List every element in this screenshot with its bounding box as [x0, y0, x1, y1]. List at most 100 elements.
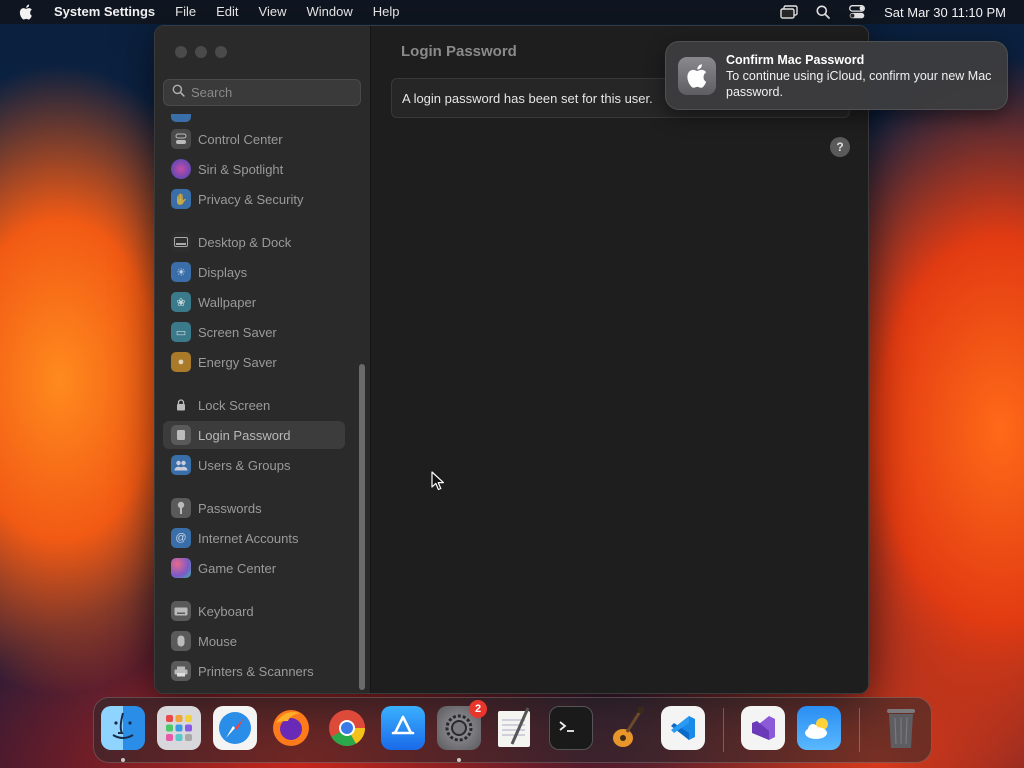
- notification-badge: 2: [469, 700, 487, 718]
- sidebar-item-passwords[interactable]: Passwords: [163, 494, 345, 522]
- sidebar-item-control-center[interactable]: Control Center: [163, 125, 345, 153]
- sidebar-item-lock-screen[interactable]: Lock Screen: [163, 391, 345, 419]
- sidebar-item-mouse[interactable]: Mouse: [163, 627, 345, 655]
- page-title: Login Password: [401, 43, 517, 60]
- sidebar-item-wallpaper[interactable]: ❀ Wallpaper: [163, 288, 345, 316]
- sun-icon: ☀: [171, 262, 191, 282]
- system-settings-window: Control Center Siri & Spotlight ✋ Privac…: [154, 25, 869, 694]
- minimize-window-button[interactable]: [195, 46, 207, 58]
- sidebar-item-label: Control Center: [198, 131, 283, 147]
- game-center-icon: [171, 558, 191, 578]
- finder-running-indicator: [121, 758, 125, 762]
- hand-icon: ✋: [171, 189, 191, 209]
- sidebar-item-label: Login Password: [198, 427, 291, 443]
- vscode-icon[interactable]: [661, 706, 705, 750]
- sidebar-item-energy-saver[interactable]: ● Energy Saver: [163, 348, 345, 376]
- trash-icon[interactable]: [879, 706, 923, 750]
- menu-clock[interactable]: Sat Mar 30 11:10 PM: [884, 5, 1006, 20]
- sidebar-item-login-password[interactable]: Login Password: [163, 421, 345, 449]
- menu-file[interactable]: File: [165, 0, 206, 24]
- sidebar-item-label: Users & Groups: [198, 457, 291, 473]
- visual-studio-icon[interactable]: [741, 706, 785, 750]
- sidebar-item-label: Lock Screen: [198, 397, 271, 413]
- content-pane: Login Password A login password has been…: [372, 26, 868, 693]
- menu-help[interactable]: Help: [363, 0, 410, 24]
- lock-icon: [171, 395, 191, 415]
- search-icon: [172, 84, 185, 102]
- sidebar-item-label: Screen Saver: [198, 324, 277, 340]
- mouse-icon: [171, 631, 191, 651]
- safari-icon[interactable]: [213, 706, 257, 750]
- users-icon: [171, 455, 191, 475]
- sidebar-item-keyboard[interactable]: Keyboard: [163, 597, 345, 625]
- sidebar-scrollbar[interactable]: [359, 364, 365, 690]
- apple-icon: [678, 57, 716, 95]
- sidebar-item-label: Siri & Spotlight: [198, 161, 284, 177]
- launchpad-icon[interactable]: [157, 706, 201, 750]
- window-controls: [175, 46, 227, 58]
- spotlight-search-icon[interactable]: [813, 4, 833, 20]
- sidebar-item-label: Keyboard: [198, 603, 254, 619]
- dock-separator: [859, 708, 860, 752]
- apple-menu-icon[interactable]: [16, 0, 36, 24]
- menu-window[interactable]: Window: [296, 0, 362, 24]
- sidebar-item-label: Passwords: [198, 500, 262, 516]
- sidebar: Control Center Siri & Spotlight ✋ Privac…: [155, 26, 371, 693]
- password-icon: [171, 425, 191, 445]
- siri-icon: [171, 159, 191, 179]
- sidebar-item-label: Internet Accounts: [198, 530, 299, 546]
- sidebar-item-label: Printers & Scanners: [198, 663, 314, 679]
- sidebar-item-users-groups[interactable]: Users & Groups: [163, 451, 345, 479]
- sidebar-item-desktop-dock[interactable]: Desktop & Dock: [163, 228, 345, 256]
- sidebar-item-displays[interactable]: ☀ Displays: [163, 258, 345, 286]
- system-settings-icon[interactable]: 2: [437, 700, 487, 750]
- menu-edit[interactable]: Edit: [206, 0, 248, 24]
- terminal-icon[interactable]: [549, 706, 593, 750]
- sidebar-item-label: Displays: [198, 264, 248, 280]
- notification-body: To continue using iCloud, confirm your n…: [726, 69, 992, 99]
- control-center-icon: [171, 129, 191, 149]
- printer-icon: [171, 661, 191, 681]
- notification-title: Confirm Mac Password: [726, 53, 865, 67]
- dock-icon: [171, 232, 191, 252]
- menu-bar: System Settings File Edit View Window He…: [0, 0, 1024, 24]
- sidebar-item-internet-accounts[interactable]: @ Internet Accounts: [163, 524, 345, 552]
- chrome-icon[interactable]: [325, 706, 369, 750]
- sidebar-item-siri-spotlight[interactable]: Siri & Spotlight: [163, 155, 345, 183]
- sidebar-item-label: Game Center: [198, 560, 277, 576]
- sidebar-item-label: Wallpaper: [198, 294, 257, 310]
- key-icon: [171, 498, 191, 518]
- wallpaper-icon: ❀: [171, 292, 191, 312]
- help-button[interactable]: ?: [830, 137, 850, 157]
- icloud-notification[interactable]: Confirm Mac Password To continue using i…: [665, 41, 1008, 110]
- system-settings-running-indicator: [457, 758, 461, 762]
- dock-separator: [723, 708, 724, 752]
- finder-icon[interactable]: [101, 706, 145, 750]
- garageband-icon[interactable]: [605, 706, 649, 750]
- sidebar-item-screen-saver[interactable]: ▭ Screen Saver: [163, 318, 345, 346]
- sidebar-item-label: Privacy & Security: [198, 191, 304, 207]
- at-icon: @: [171, 528, 191, 548]
- app-store-icon[interactable]: [381, 706, 425, 750]
- control-center-icon[interactable]: [847, 4, 867, 20]
- keyboard-icon: [171, 601, 191, 621]
- login-password-message: A login password has been set for this u…: [402, 90, 653, 106]
- menu-view[interactable]: View: [249, 0, 297, 24]
- close-window-button[interactable]: [175, 46, 187, 58]
- zoom-window-button[interactable]: [215, 46, 227, 58]
- sidebar-item-game-center[interactable]: Game Center: [163, 554, 345, 582]
- menu-app-name[interactable]: System Settings: [48, 0, 165, 24]
- sidebar-item-printers-scanners[interactable]: Printers & Scanners: [163, 657, 345, 685]
- weather-icon[interactable]: [797, 706, 841, 750]
- dock: 2: [93, 697, 932, 763]
- search-field[interactable]: [163, 79, 361, 106]
- sidebar-item-label: Mouse: [198, 633, 238, 649]
- bulb-icon: ●: [171, 352, 191, 372]
- search-input[interactable]: [191, 85, 351, 100]
- sidebar-item-privacy-security[interactable]: ✋ Privacy & Security: [163, 185, 345, 213]
- sidebar-list: Control Center Siri & Spotlight ✋ Privac…: [155, 114, 355, 689]
- partial-icon: [171, 114, 191, 122]
- textedit-icon[interactable]: [493, 706, 537, 750]
- firefox-icon[interactable]: [269, 706, 313, 750]
- screen-mirroring-icon[interactable]: [779, 4, 799, 20]
